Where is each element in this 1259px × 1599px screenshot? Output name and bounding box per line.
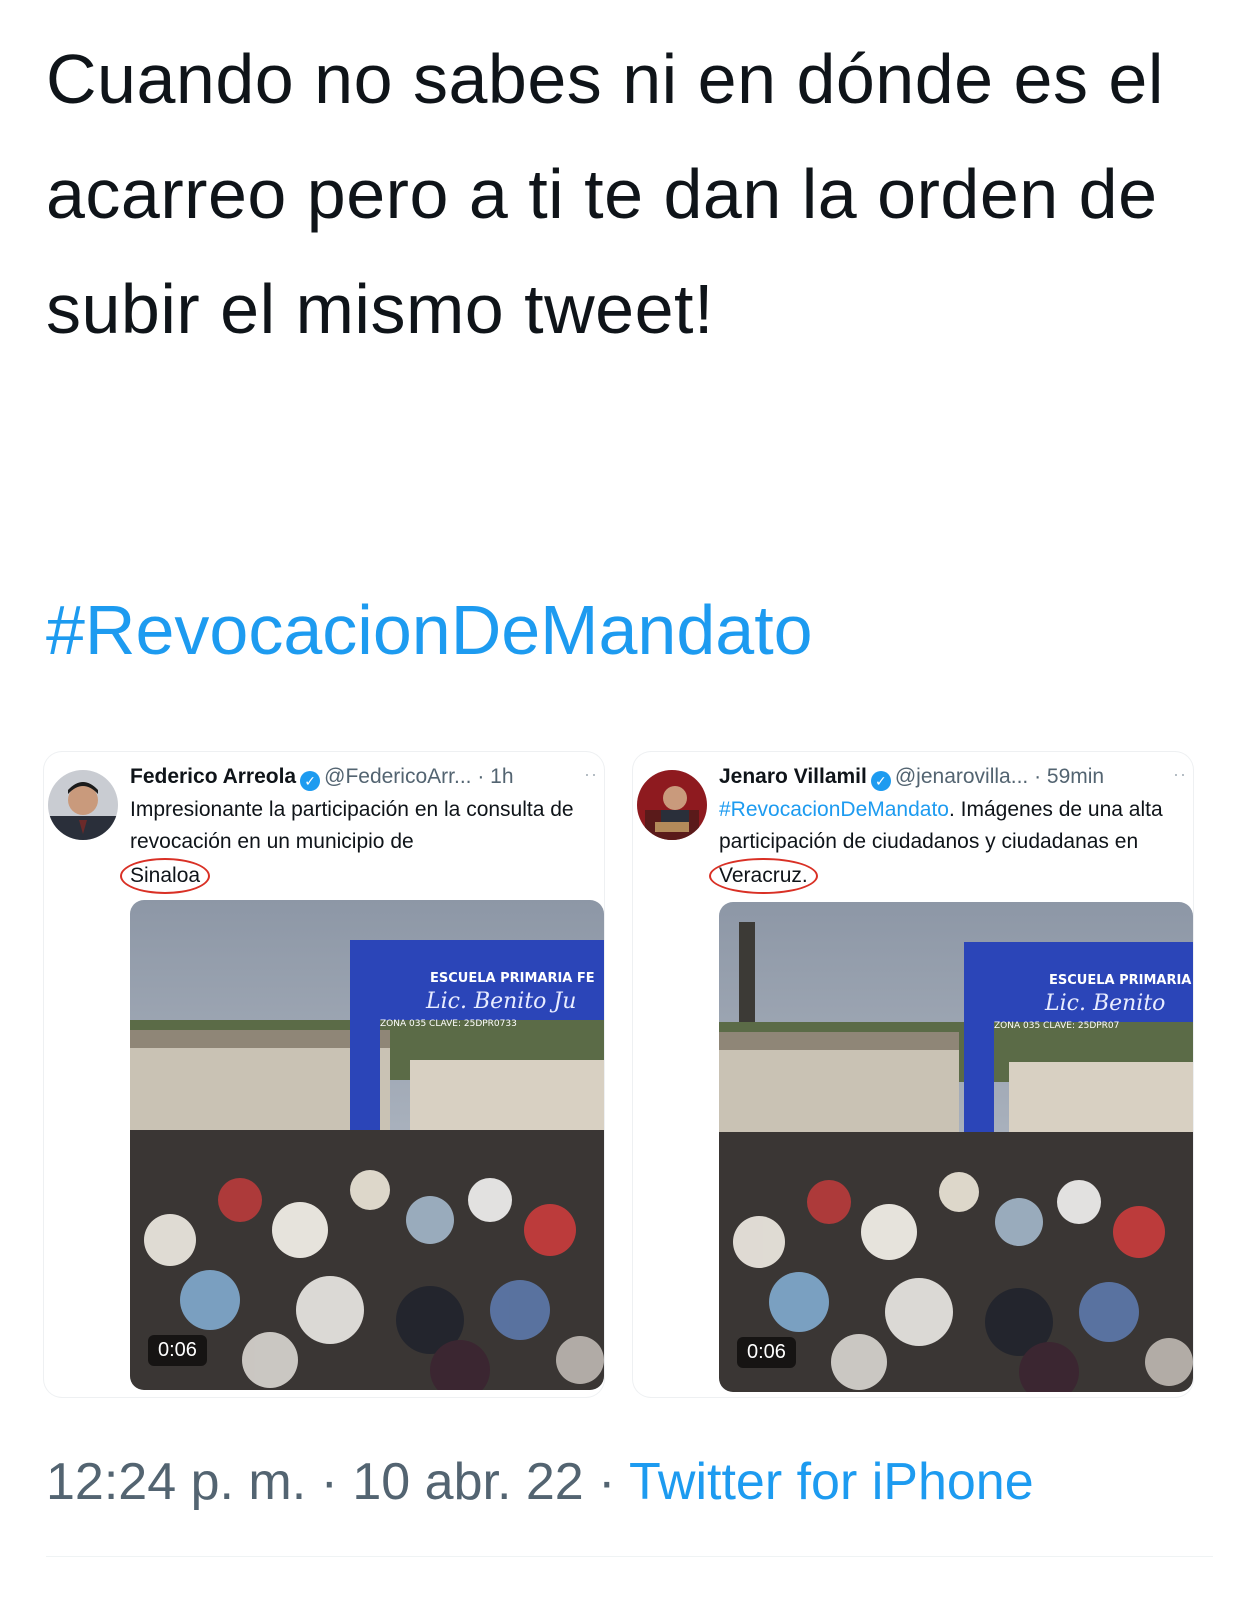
tweet-time: · 59min <box>1034 765 1105 788</box>
tweet-time: · 1h <box>477 765 514 788</box>
body-text: Impresionante la participación en la con… <box>130 798 574 853</box>
video-thumbnail[interactable]: ESCUELA PRIMARIA FE Lic. Benito Ju ZONA … <box>130 900 604 1390</box>
sign-line-1: ESCUELA PRIMARIA FE <box>430 971 595 986</box>
separator-dot: · <box>598 1453 616 1511</box>
sign-line-3: ZONA 035 CLAVE: 25DPR07 <box>994 1021 1119 1031</box>
verified-icon: ✓ <box>300 771 321 791</box>
sign-line-2: Lic. Benito <box>1044 991 1165 1016</box>
tweet-meta: 12:24 p. m. · 10 abr. 22 · Twitter for i… <box>46 1452 1034 1512</box>
tweet-header: Federico Arreola ✓ @FedericoArr... · 1h <box>130 762 514 792</box>
author-handle[interactable]: @FedericoArr... <box>324 765 471 788</box>
avatar[interactable] <box>637 770 707 840</box>
highlighted-location: Veracruz. <box>709 858 818 894</box>
tweet-source[interactable]: Twitter for iPhone <box>629 1453 1034 1511</box>
hashtag-link[interactable]: #RevocacionDeMandato <box>46 585 813 675</box>
separator-dot: · <box>320 1453 338 1511</box>
video-duration: 0:06 <box>148 1335 207 1366</box>
author-handle[interactable]: @jenarovilla... <box>895 765 1028 788</box>
hashtag-link[interactable]: #RevocacionDeMandato <box>719 798 949 821</box>
author-name[interactable]: Federico Arreola <box>130 765 296 788</box>
video-thumbnail[interactable]: ESCUELA PRIMARIA Lic. Benito ZONA 035 CL… <box>719 902 1193 1392</box>
tweet-body: #RevocacionDeMandato. Imágenes de una al… <box>709 794 1189 894</box>
tweet-text: Cuando no sabes ni en dónde es el acarre… <box>46 40 1164 348</box>
more-icon[interactable]: ·· <box>1173 764 1187 785</box>
more-icon[interactable]: ·· <box>584 764 598 785</box>
author-name[interactable]: Jenaro Villamil <box>719 765 867 788</box>
sign-line-1: ESCUELA PRIMARIA <box>1049 973 1191 988</box>
avatar[interactable] <box>48 770 118 840</box>
tweet-body: Impresionante la participación en la con… <box>120 794 600 894</box>
sign-line-3: ZONA 035 CLAVE: 25DPR0733 <box>380 1019 517 1029</box>
tweet-date[interactable]: 10 abr. 22 <box>352 1453 583 1511</box>
tweet-header: Jenaro Villamil ✓ @jenarovilla... · 59min <box>719 762 1104 792</box>
divider <box>46 1556 1213 1557</box>
video-duration: 0:06 <box>737 1337 796 1368</box>
verified-icon: ✓ <box>870 771 891 791</box>
sign-line-2: Lic. Benito Ju <box>425 989 576 1014</box>
embedded-tweet-federico[interactable]: Federico Arreola ✓ @FedericoArr... · 1h ··… <box>44 752 604 1397</box>
embedded-tweet-jenaro[interactable]: Jenaro Villamil ✓ @jenarovilla... · 59min … <box>633 752 1193 1397</box>
tweet-time[interactable]: 12:24 p. m. <box>46 1453 306 1511</box>
highlighted-location: Sinaloa <box>120 858 211 894</box>
